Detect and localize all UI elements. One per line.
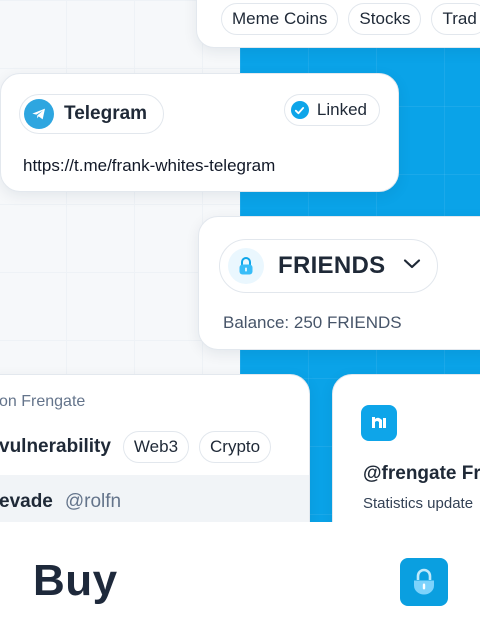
token-selector[interactable]: FRIENDS bbox=[219, 239, 439, 293]
tag-chip[interactable]: Meme Coins bbox=[221, 3, 339, 35]
chevron-down-icon bbox=[403, 257, 421, 275]
post-tag-chip[interactable]: Web3 bbox=[122, 431, 190, 463]
telegram-url[interactable]: https://t.me/frank-whites-telegram bbox=[23, 156, 275, 176]
page-title: Buy bbox=[33, 556, 118, 605]
post-author-row[interactable]: evade @rolfn bbox=[0, 491, 121, 513]
profile-stats: Statistics update bbox=[363, 495, 474, 512]
telegram-icon bbox=[24, 99, 54, 129]
tags-card: Meme Coins Stocks Trad bbox=[196, 0, 480, 48]
telegram-label: Telegram bbox=[64, 103, 148, 124]
illustration-area: Meme Coins Stocks Trad Telegram Linked h… bbox=[0, 0, 480, 522]
check-icon bbox=[290, 101, 309, 119]
token-balance: Balance: 250 FRIENDS bbox=[223, 313, 402, 332]
lock-app-icon[interactable] bbox=[400, 558, 448, 606]
post-tag-chip[interactable]: Crypto bbox=[199, 431, 272, 463]
post-card: on Frengate vulnerability Web3 Crypto ev… bbox=[0, 374, 310, 522]
author-handle: @rolfn bbox=[64, 491, 122, 512]
post-title-row: vulnerability Web3 Crypto bbox=[0, 431, 272, 463]
tags-row: Meme Coins Stocks Trad bbox=[221, 3, 480, 35]
profile-handle: @frengate Fr bbox=[363, 463, 480, 484]
post-subtitle: on Frengate bbox=[0, 393, 86, 410]
token-name: FRIENDS bbox=[278, 252, 386, 279]
frengate-logo-icon bbox=[361, 405, 397, 441]
tag-chip[interactable]: Trad bbox=[431, 3, 480, 35]
linked-label: Linked bbox=[316, 100, 367, 119]
linked-status-badge: Linked bbox=[283, 94, 380, 126]
post-title: vulnerability bbox=[0, 436, 111, 457]
telegram-card: Telegram Linked https://t.me/frank-white… bbox=[0, 73, 399, 192]
telegram-pill[interactable]: Telegram bbox=[19, 94, 165, 134]
author-name: evade bbox=[0, 491, 53, 512]
tag-chip[interactable]: Stocks bbox=[348, 3, 422, 35]
profile-card: @frengate Fr Statistics update bbox=[332, 374, 480, 522]
token-card: FRIENDS Balance: 250 FRIENDS bbox=[198, 216, 480, 350]
lock-icon bbox=[228, 248, 264, 284]
